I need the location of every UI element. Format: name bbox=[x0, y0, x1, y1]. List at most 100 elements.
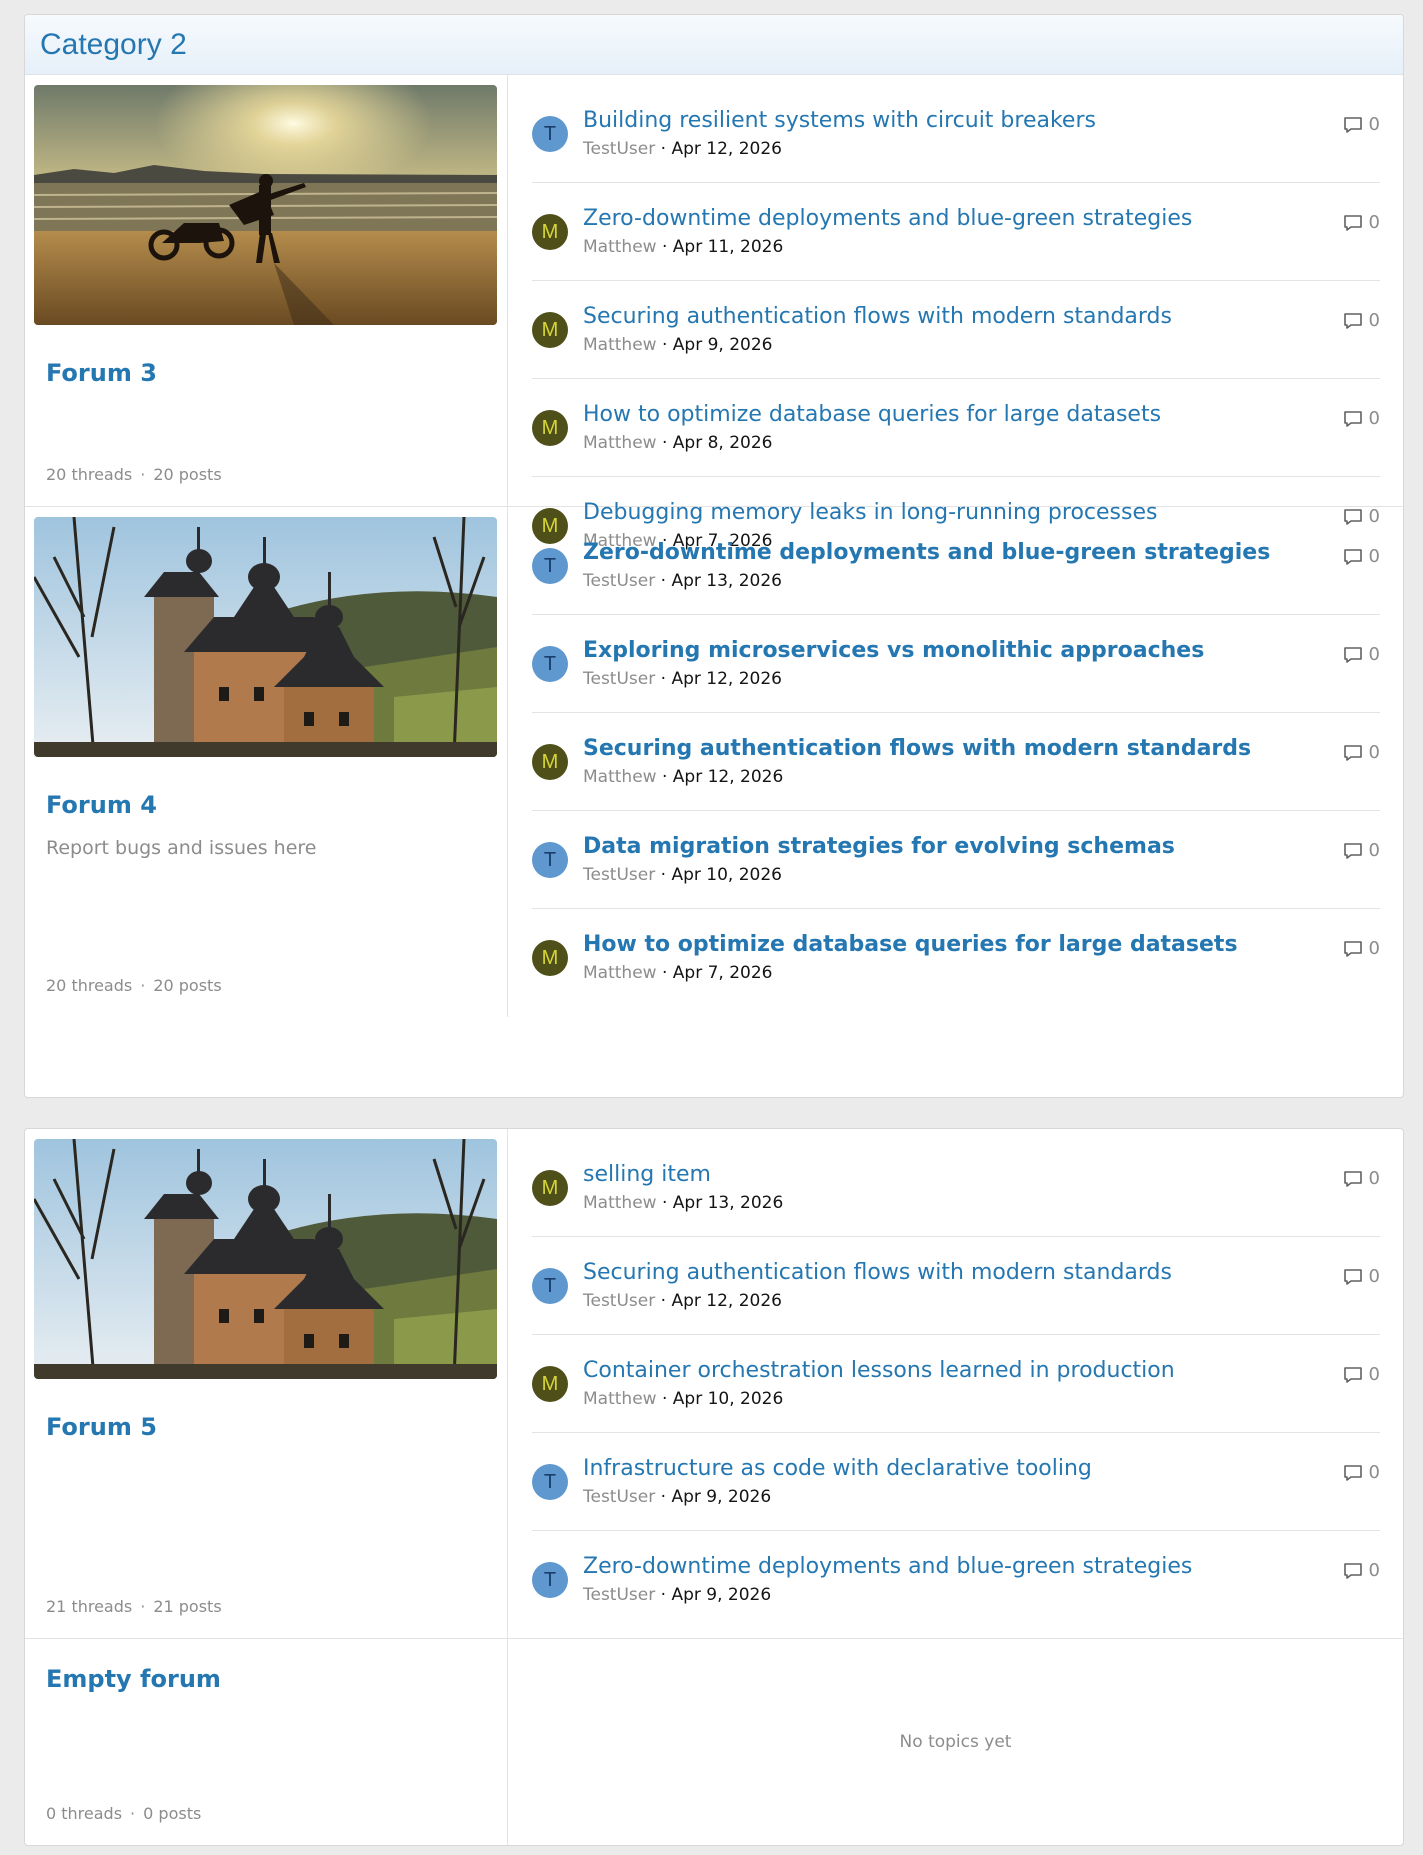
topic-title-link[interactable]: Securing authentication flows with moder… bbox=[583, 1259, 1380, 1287]
reply-count: 0 bbox=[1343, 742, 1380, 763]
topic-title-link[interactable]: How to optimize database queries for lar… bbox=[583, 401, 1380, 429]
topic-title-link[interactable]: Securing authentication flows with moder… bbox=[583, 735, 1380, 763]
topic-item: M Securing authentication flows with mod… bbox=[532, 281, 1380, 379]
avatar[interactable]: T bbox=[532, 842, 568, 878]
thread-count: 20 threads bbox=[46, 976, 133, 995]
avatar[interactable]: T bbox=[532, 646, 568, 682]
forum-row: Forum 4 Report bugs and issues here 20 t… bbox=[25, 507, 1403, 1017]
topic-author[interactable]: Matthew bbox=[583, 335, 657, 355]
empty-topics-message: No topics yet bbox=[899, 1732, 1012, 1752]
comment-bubble-icon bbox=[1343, 1268, 1362, 1285]
avatar[interactable]: M bbox=[532, 214, 568, 250]
forum-image[interactable] bbox=[34, 85, 497, 325]
topic-title-link[interactable]: Exploring microservices vs monolithic ap… bbox=[583, 637, 1380, 665]
topic-author[interactable]: TestUser bbox=[583, 571, 655, 591]
topic-date[interactable]: Apr 12, 2026 bbox=[671, 1291, 782, 1311]
topic-title-link[interactable]: Securing authentication flows with moder… bbox=[583, 303, 1380, 331]
post-count: 21 posts bbox=[153, 1597, 222, 1616]
avatar[interactable]: T bbox=[532, 548, 568, 584]
topic-title-link[interactable]: selling item bbox=[583, 1161, 1380, 1189]
forum-title-link[interactable]: Empty forum bbox=[46, 1665, 498, 1693]
avatar[interactable]: M bbox=[532, 410, 568, 446]
topic-author[interactable]: Matthew bbox=[583, 237, 657, 257]
topic-author[interactable]: TestUser bbox=[583, 1585, 655, 1605]
avatar[interactable]: T bbox=[532, 116, 568, 152]
category-block: Forum 5 21 threads · 21 posts M selling it… bbox=[24, 1128, 1404, 1846]
forum-title-link[interactable]: Forum 5 bbox=[46, 1413, 498, 1441]
comment-bubble-icon bbox=[1343, 940, 1362, 957]
topic-title-link[interactable]: How to optimize database queries for lar… bbox=[583, 931, 1380, 959]
topic-title-link[interactable]: Data migration strategies for evolving s… bbox=[583, 833, 1380, 861]
topic-date[interactable]: Apr 12, 2026 bbox=[673, 767, 784, 787]
avatar[interactable]: T bbox=[532, 1268, 568, 1304]
topic-date[interactable]: Apr 13, 2026 bbox=[671, 571, 782, 591]
avatar[interactable]: T bbox=[532, 1562, 568, 1598]
reply-count: 0 bbox=[1343, 1168, 1380, 1189]
avatar[interactable]: M bbox=[532, 940, 568, 976]
topic-title-link[interactable]: Zero-downtime deployments and blue-green… bbox=[583, 1553, 1380, 1581]
topic-author[interactable]: TestUser bbox=[583, 669, 655, 689]
topic-title-link[interactable]: Building resilient systems with circuit … bbox=[583, 107, 1380, 135]
reply-count: 0 bbox=[1343, 1266, 1380, 1287]
avatar[interactable]: M bbox=[532, 1366, 568, 1402]
thread-count: 0 threads bbox=[46, 1804, 123, 1823]
topic-item: M How to optimize database queries for l… bbox=[532, 909, 1380, 1007]
topic-title-link[interactable]: Zero-downtime deployments and blue-green… bbox=[583, 205, 1380, 233]
topic-author[interactable]: Matthew bbox=[583, 433, 657, 453]
comment-bubble-icon bbox=[1343, 548, 1362, 565]
wooden-church-image bbox=[34, 1139, 497, 1379]
topic-item: T Zero-downtime deployments and blue-gre… bbox=[532, 1531, 1380, 1629]
reply-count: 0 bbox=[1343, 310, 1380, 331]
topic-item: M Container orchestration lessons learne… bbox=[532, 1335, 1380, 1433]
forum-stats: 20 threads · 20 posts bbox=[46, 976, 222, 995]
category-title[interactable]: Category 2 bbox=[40, 28, 187, 62]
reply-count: 0 bbox=[1343, 1560, 1380, 1581]
forum-image[interactable] bbox=[34, 1139, 497, 1379]
avatar[interactable]: T bbox=[532, 1464, 568, 1500]
reply-count: 0 bbox=[1343, 212, 1380, 233]
topic-date[interactable]: Apr 9, 2026 bbox=[671, 1487, 771, 1507]
beach-sunset-image bbox=[34, 85, 497, 325]
topic-author[interactable]: TestUser bbox=[583, 1487, 655, 1507]
topic-author[interactable]: Matthew bbox=[583, 1193, 657, 1213]
topic-author[interactable]: TestUser bbox=[583, 139, 655, 159]
wooden-church-image bbox=[34, 517, 497, 757]
topic-item: T Exploring microservices vs monolithic … bbox=[532, 615, 1380, 713]
topic-item: T Data migration strategies for evolving… bbox=[532, 811, 1380, 909]
topic-item: T Infrastructure as code with declarativ… bbox=[532, 1433, 1380, 1531]
topic-item: M How to optimize database queries for l… bbox=[532, 379, 1380, 477]
comment-bubble-icon bbox=[1343, 1366, 1362, 1383]
forum-title-link[interactable]: Forum 3 bbox=[46, 359, 498, 387]
forum-image[interactable] bbox=[34, 517, 497, 757]
topic-item: M selling item Matthew · Apr 13, 2026 0 bbox=[532, 1139, 1380, 1237]
topic-title-link[interactable]: Container orchestration lessons learned … bbox=[583, 1357, 1380, 1385]
category-block: Category 2 Forum 3 20 threads · 20 posts… bbox=[24, 14, 1404, 1098]
avatar[interactable]: M bbox=[532, 312, 568, 348]
avatar[interactable]: M bbox=[532, 744, 568, 780]
reply-count: 0 bbox=[1343, 840, 1380, 861]
topic-date[interactable]: Apr 13, 2026 bbox=[673, 1193, 784, 1213]
forum-title-link[interactable]: Forum 4 bbox=[46, 791, 498, 819]
topic-title-link[interactable]: Infrastructure as code with declarative … bbox=[583, 1455, 1380, 1483]
topic-date[interactable]: Apr 12, 2026 bbox=[671, 139, 782, 159]
topic-date[interactable]: Apr 10, 2026 bbox=[671, 865, 782, 885]
forum-row: Empty forum 0 threads · 0 posts No topics … bbox=[25, 1639, 1403, 1845]
topic-author[interactable]: Matthew bbox=[583, 1389, 657, 1409]
topic-date[interactable]: Apr 8, 2026 bbox=[673, 433, 773, 453]
topic-author[interactable]: Matthew bbox=[583, 963, 657, 983]
topic-author[interactable]: TestUser bbox=[583, 865, 655, 885]
topic-date[interactable]: Apr 9, 2026 bbox=[673, 335, 773, 355]
topic-item: T Zero-downtime deployments and blue-gre… bbox=[532, 517, 1380, 615]
topic-title-link[interactable]: Zero-downtime deployments and blue-green… bbox=[583, 539, 1380, 567]
topic-author[interactable]: Matthew bbox=[583, 767, 657, 787]
avatar[interactable]: M bbox=[532, 1170, 568, 1206]
comment-bubble-icon bbox=[1343, 646, 1362, 663]
topic-author[interactable]: TestUser bbox=[583, 1291, 655, 1311]
topic-date[interactable]: Apr 7, 2026 bbox=[673, 963, 773, 983]
topic-date[interactable]: Apr 10, 2026 bbox=[673, 1389, 784, 1409]
topic-date[interactable]: Apr 12, 2026 bbox=[671, 669, 782, 689]
comment-bubble-icon bbox=[1343, 1170, 1362, 1187]
topic-date[interactable]: Apr 9, 2026 bbox=[671, 1585, 771, 1605]
forum-info: Forum 4 Report bugs and issues here 20 t… bbox=[25, 507, 508, 1017]
topic-date[interactable]: Apr 11, 2026 bbox=[673, 237, 784, 257]
